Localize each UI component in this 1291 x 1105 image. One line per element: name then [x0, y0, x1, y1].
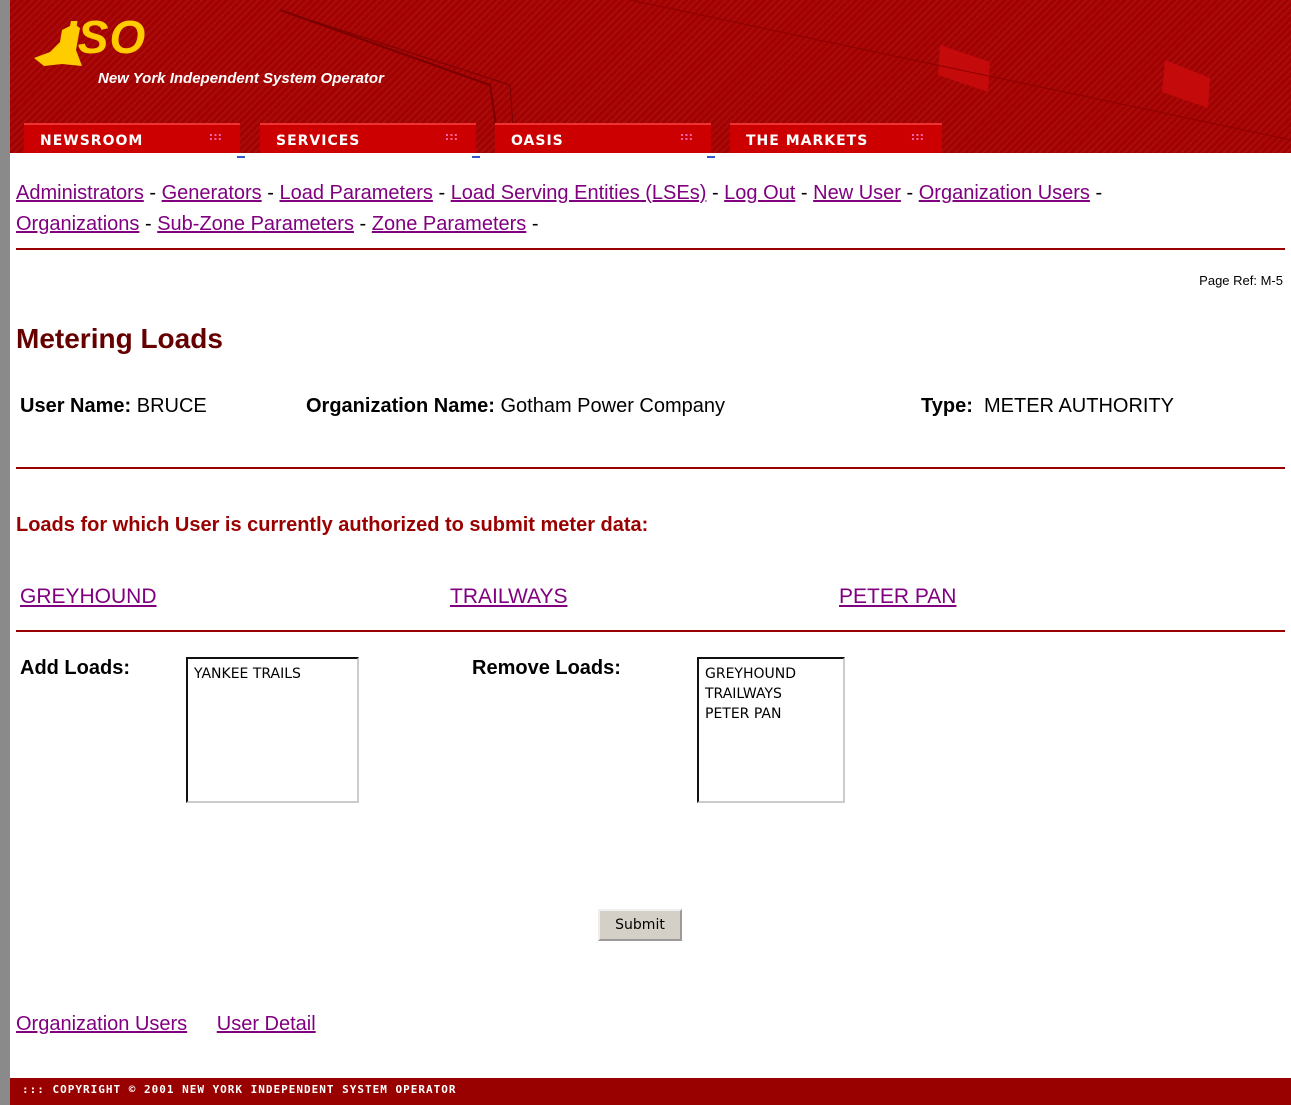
- type-field: Type: METER AUTHORITY: [921, 395, 1174, 418]
- type-label: Type:: [921, 395, 973, 417]
- page-ref: Page Ref: M-5: [1199, 273, 1283, 288]
- bottom-links: Organization Users User Detail: [16, 1013, 340, 1036]
- nav-link-organizations[interactable]: Organizations: [16, 213, 139, 235]
- divider: [16, 248, 1285, 250]
- list-option[interactable]: TRAILWAYS: [705, 684, 837, 704]
- user-name-field: User Name: BRUCE: [20, 395, 207, 418]
- submit-button[interactable]: Submit: [598, 909, 682, 941]
- load-link-trailways[interactable]: TRAILWAYS: [450, 585, 567, 609]
- tab-oasis[interactable]: OASIS :::: [495, 123, 711, 153]
- nav-separator: -: [531, 213, 539, 235]
- tab-label: NEWSROOM: [40, 133, 144, 149]
- nav-separator: -: [438, 182, 446, 204]
- divider: [16, 630, 1285, 632]
- load-link-peter-pan[interactable]: PETER PAN: [839, 585, 956, 609]
- nav-link-zone-parameters[interactable]: Zone Parameters: [372, 213, 527, 235]
- nav-separator: -: [144, 213, 152, 235]
- nav-separator: -: [149, 182, 157, 204]
- tab-label: SERVICES: [276, 133, 361, 149]
- nav-separator: -: [1095, 182, 1103, 204]
- type-value: METER AUTHORITY: [983, 395, 1174, 417]
- nav-separator: -: [267, 182, 274, 204]
- remove-loads-listbox[interactable]: GREYHOUND TRAILWAYS PETER PAN: [697, 657, 845, 803]
- tab-label: THE MARKETS: [746, 133, 869, 149]
- tab-the-markets[interactable]: THE MARKETS :::: [730, 123, 942, 153]
- remove-loads-label: Remove Loads:: [472, 657, 621, 679]
- list-option[interactable]: GREYHOUND: [705, 664, 837, 684]
- tab-underline: [707, 156, 715, 158]
- tab-underline: [237, 156, 245, 158]
- organization-users-link[interactable]: Organization Users: [16, 1013, 187, 1035]
- grid-dots-icon: :::: [444, 130, 458, 143]
- grid-dots-icon: :::: [910, 130, 924, 143]
- org-name-value: Gotham Power Company: [500, 395, 726, 417]
- nav-link-sub-zone-parameters[interactable]: Sub-Zone Parameters: [157, 213, 354, 235]
- nav-link-generators[interactable]: Generators: [162, 182, 262, 204]
- list-option[interactable]: PETER PAN: [705, 704, 837, 724]
- site-header: ISO New York Independent System Operator…: [10, 0, 1291, 153]
- grid-dots-icon: :::: [679, 130, 693, 143]
- tab-newsroom[interactable]: NEWSROOM :::: [24, 123, 240, 153]
- nav-link-organization-users[interactable]: Organization Users: [919, 182, 1090, 204]
- nav-link-administrators[interactable]: Administrators: [16, 182, 144, 204]
- nav-separator: -: [800, 182, 808, 204]
- add-loads-label: Add Loads:: [20, 657, 130, 679]
- user-detail-link[interactable]: User Detail: [217, 1013, 316, 1035]
- tab-label: OASIS: [511, 133, 564, 149]
- divider: [16, 467, 1285, 469]
- admin-nav: Administrators - Generators - Load Param…: [16, 178, 1276, 240]
- nav-separator: -: [359, 213, 367, 235]
- org-name-label: Organization Name:: [306, 395, 495, 417]
- add-loads-listbox[interactable]: YANKEE TRAILS: [186, 657, 359, 803]
- nav-link-lses[interactable]: Load Serving Entities (LSEs): [451, 182, 707, 204]
- iso-logo[interactable]: ISO: [64, 10, 146, 64]
- nav-separator: -: [711, 182, 719, 204]
- user-name-value: BRUCE: [136, 395, 207, 417]
- site-tagline: New York Independent System Operator: [98, 70, 384, 87]
- org-name-field: Organization Name: Gotham Power Company: [306, 395, 725, 418]
- nav-link-log-out[interactable]: Log Out: [724, 182, 795, 204]
- tab-underline: [472, 156, 480, 158]
- tab-services[interactable]: SERVICES :::: [260, 123, 476, 153]
- grid-dots-icon: :::: [208, 130, 222, 143]
- list-option[interactable]: YANKEE TRAILS: [194, 664, 351, 684]
- load-link-greyhound[interactable]: GREYHOUND: [20, 585, 157, 609]
- copyright-footer: ::: COPYRIGHT © 2001 NEW YORK INDEPENDEN…: [10, 1078, 1291, 1105]
- nav-link-new-user[interactable]: New User: [813, 182, 901, 204]
- authorized-loads-heading: Loads for which User is currently author…: [16, 514, 649, 536]
- nav-link-load-parameters[interactable]: Load Parameters: [279, 182, 432, 204]
- nav-separator: -: [906, 182, 914, 204]
- page-title: Metering Loads: [16, 323, 223, 354]
- user-name-label: User Name:: [20, 395, 132, 417]
